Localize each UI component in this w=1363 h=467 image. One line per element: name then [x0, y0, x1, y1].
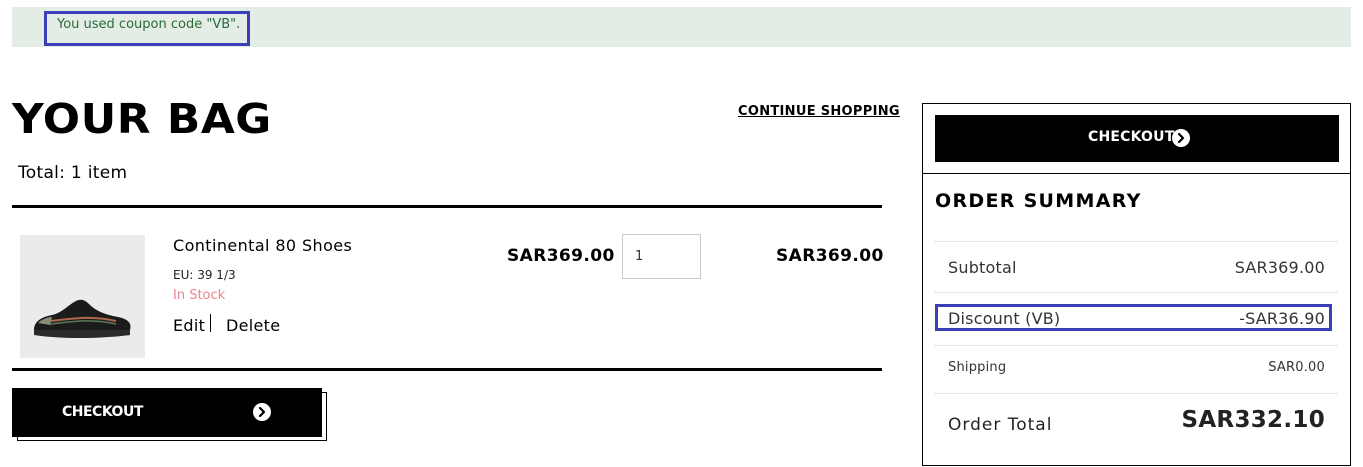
link-separator	[210, 314, 211, 332]
shipping-label: Shipping	[948, 360, 1007, 375]
unit-price: SAR369.00	[507, 246, 615, 266]
bag-top-divider	[12, 205, 882, 208]
summary-divider-dotted	[935, 345, 1337, 346]
product-size: EU: 39 1/3	[173, 268, 236, 282]
quantity-input[interactable]	[622, 234, 701, 279]
continue-shopping-link[interactable]: CONTINUE SHOPPING	[738, 104, 900, 119]
coupon-notice-text: You used coupon code "VB".	[57, 17, 241, 32]
summary-divider-dotted	[935, 393, 1337, 394]
discount-value: -SAR36.90	[1239, 309, 1325, 328]
discount-label: Discount (VB)	[948, 309, 1061, 328]
order-summary-title: ORDER SUMMARY	[935, 190, 1142, 212]
order-total-value: SAR332.10	[1181, 407, 1325, 433]
page-title: YOUR BAG	[12, 95, 272, 143]
subtotal-value: SAR369.00	[1234, 258, 1325, 277]
subtotal-label: Subtotal	[948, 258, 1017, 277]
sneaker-image[interactable]	[20, 235, 145, 358]
shipping-value: SAR0.00	[1268, 360, 1325, 375]
checkout-button-label: CHECKOUT	[1088, 129, 1175, 145]
bag-bottom-divider	[12, 368, 882, 371]
arrow-right-icon	[1172, 129, 1190, 147]
arrow-right-icon	[253, 403, 271, 421]
bag-item-count: Total: 1 item	[18, 163, 128, 183]
line-total: SAR369.00	[776, 246, 884, 266]
delete-item-link[interactable]: Delete	[226, 316, 280, 335]
summary-divider	[922, 173, 1351, 174]
summary-divider-dotted	[935, 241, 1337, 242]
coupon-notice: You used coupon code "VB".	[12, 7, 1351, 47]
checkout-button-top[interactable]: CHECKOUT	[935, 115, 1339, 162]
product-name[interactable]: Continental 80 Shoes	[173, 236, 352, 255]
stock-status: In Stock	[173, 288, 226, 303]
checkout-button-bottom[interactable]: CHECKOUT	[12, 388, 322, 437]
checkout-button-label: CHECKOUT	[62, 404, 143, 420]
summary-divider-dotted	[935, 292, 1337, 293]
edit-item-link[interactable]: Edit	[173, 316, 205, 335]
order-total-label: Order Total	[948, 415, 1053, 435]
